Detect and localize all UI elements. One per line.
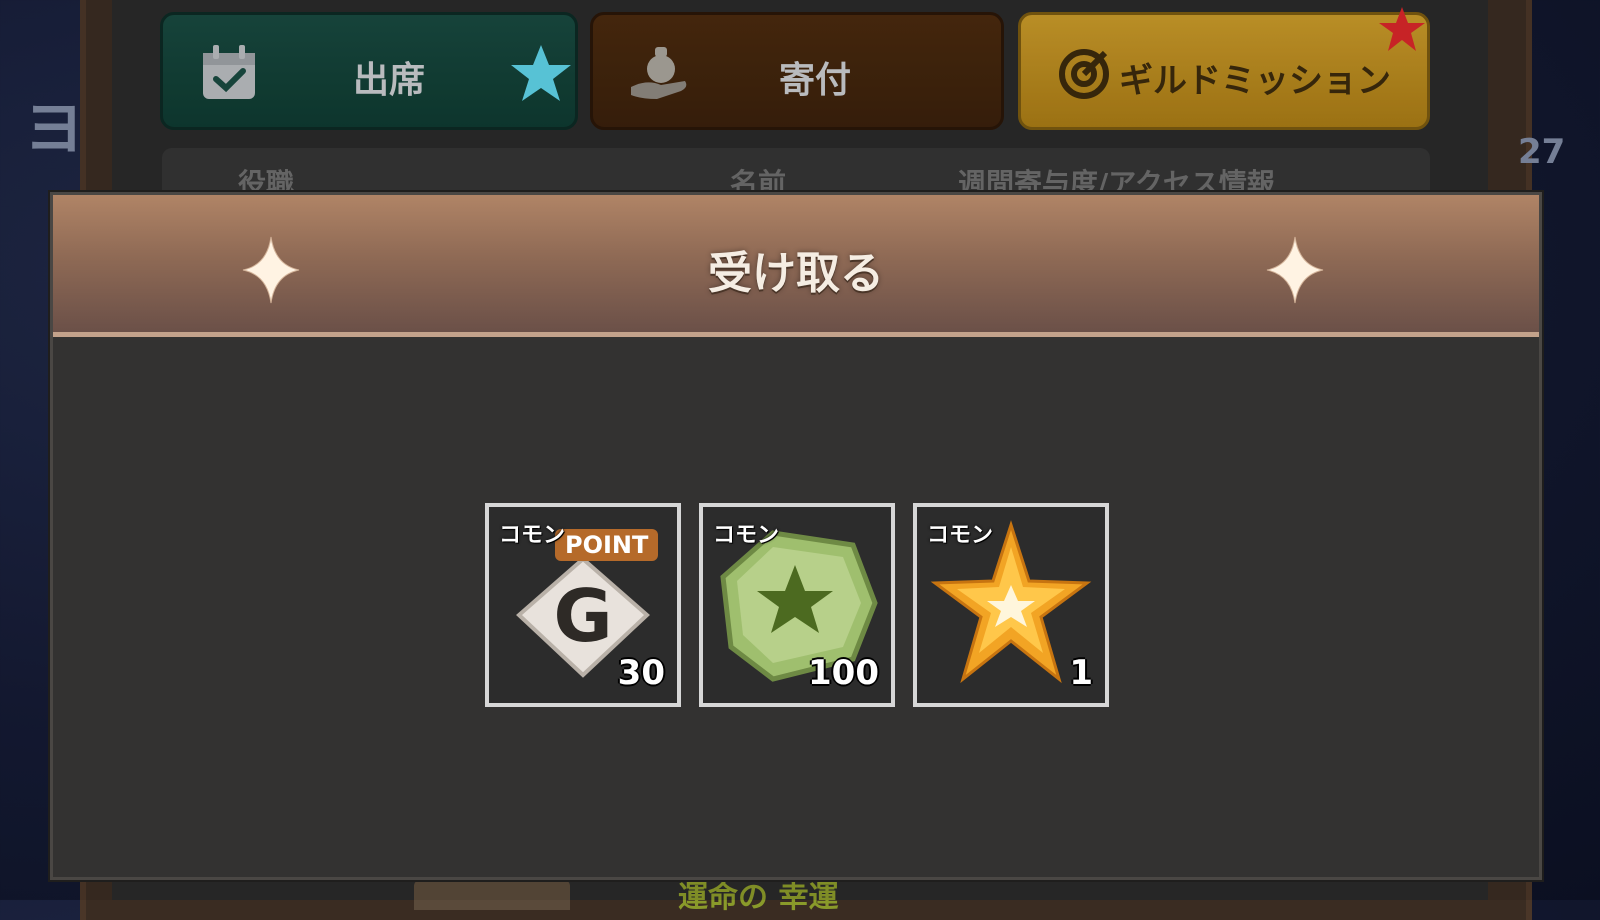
item-quantity: 30 xyxy=(617,653,665,693)
reward-item-guild-point[interactable]: コモン POINT G 30 xyxy=(485,503,681,707)
point-badge: POINT xyxy=(555,529,659,561)
svg-text:G: G xyxy=(553,574,612,658)
item-rarity-label: コモン xyxy=(713,523,780,548)
reward-item-green-gem[interactable]: コモン 100 xyxy=(699,503,895,707)
item-rarity-label: コモン xyxy=(499,523,566,548)
item-rarity-label: コモン xyxy=(927,523,994,548)
sparkle-right-icon xyxy=(1265,235,1325,309)
item-quantity: 100 xyxy=(808,653,879,693)
item-quantity: 1 xyxy=(1069,653,1093,693)
reward-item-list: コモン POINT G 30 コモン 100 コモン 1 xyxy=(485,503,1109,707)
reward-item-gold-star[interactable]: コモン 1 xyxy=(913,503,1109,707)
modal-header: 受け取る xyxy=(53,195,1539,337)
reward-modal: 受け取る コモン POINT G 30 コモン 100 コモン 1 xyxy=(50,192,1542,880)
